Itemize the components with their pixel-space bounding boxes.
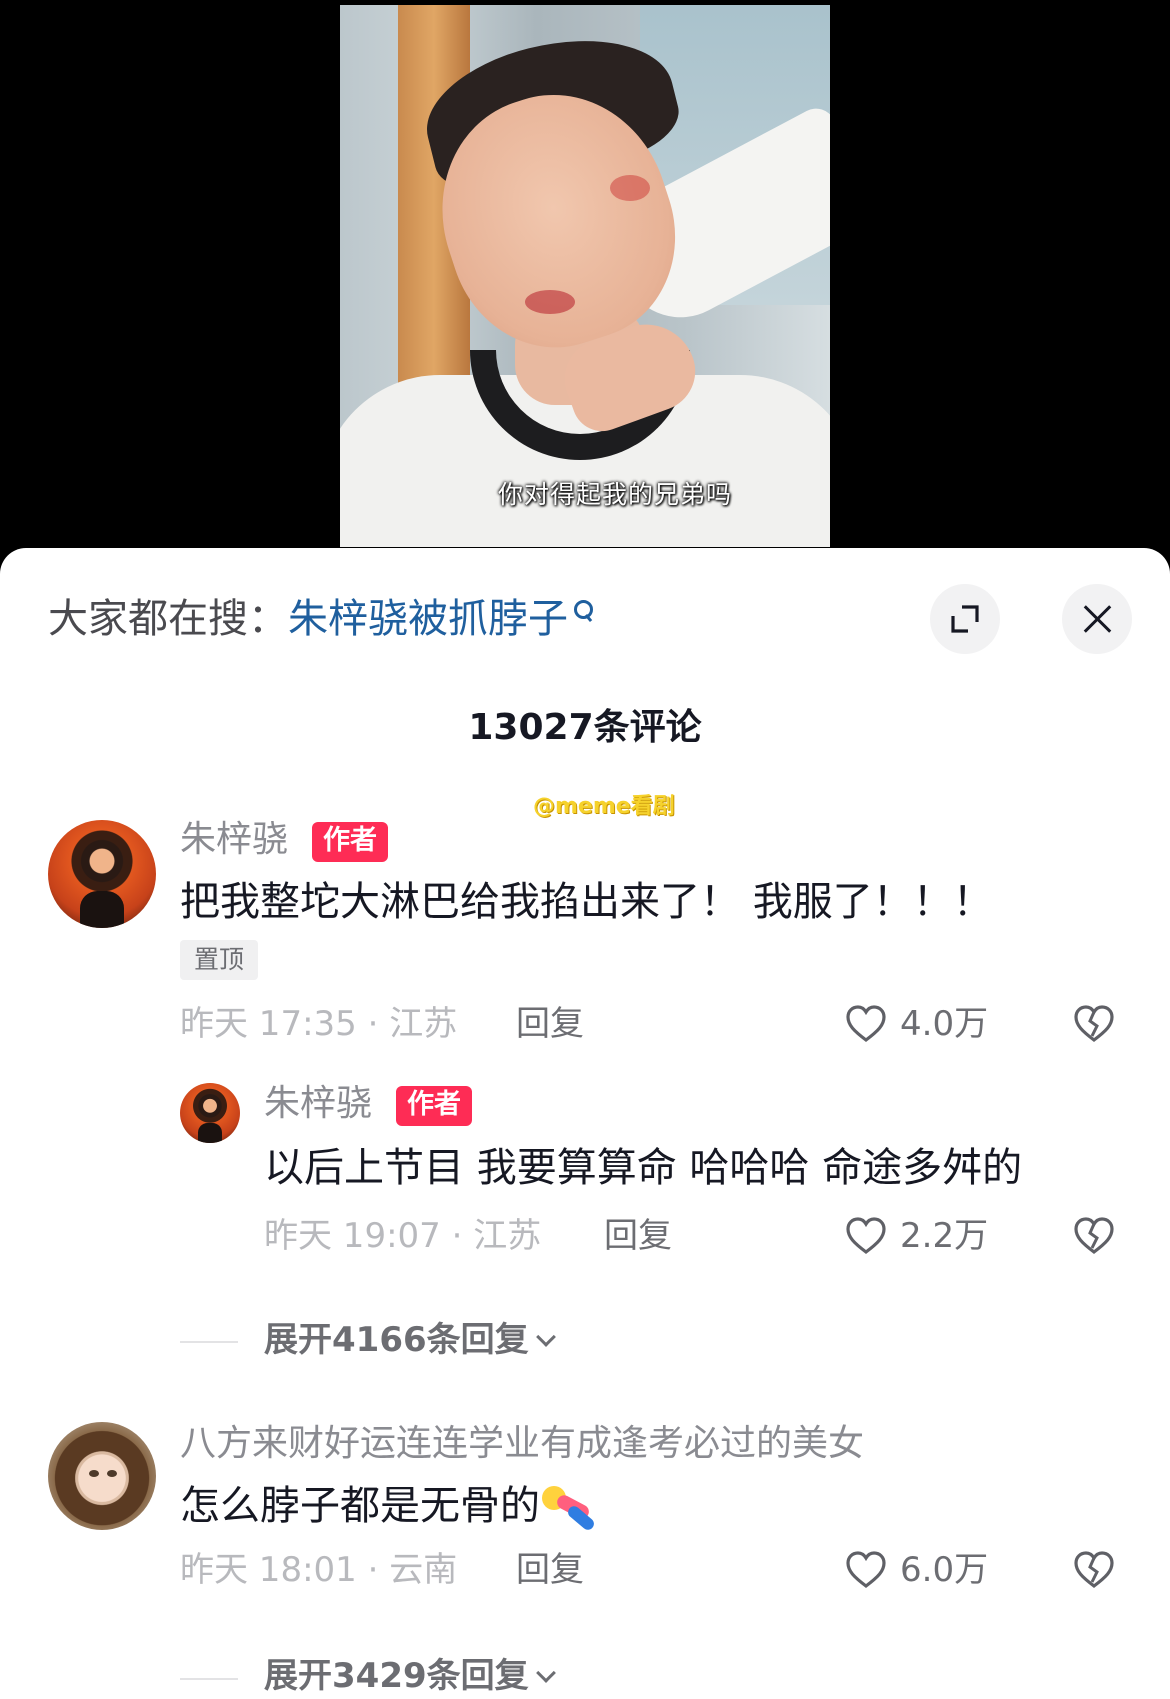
like-count: 6.0万	[900, 1550, 989, 1590]
like-count: 2.2万	[900, 1216, 989, 1256]
avatar-eye	[89, 1469, 100, 1477]
avatar[interactable]	[48, 1422, 156, 1530]
comment-count-title: 13027条评论	[468, 707, 702, 748]
author-badge: 作者	[312, 822, 388, 862]
avatar-eye	[107, 1469, 118, 1477]
pinned-tag: 置顶	[180, 940, 259, 980]
comment-text: 把我整坨大淋巴给我掐出来了！ 我服了！！！	[180, 879, 993, 925]
comment-text: 怎么脖子都是无骨的	[180, 1480, 602, 1533]
comment-time-location: 昨天 17:35 · 江苏	[180, 1004, 458, 1044]
reply-button[interactable]: 回复	[516, 1002, 584, 1046]
search-suggestion-term[interactable]: 朱梓骁被抓脖子	[288, 596, 568, 642]
video-subtitle: 你对得起我的兄弟吗	[497, 480, 732, 509]
comment-text-content: 怎么脖子都是无骨的	[180, 1483, 540, 1529]
video-bruise	[525, 290, 575, 314]
search-icon	[572, 594, 594, 624]
heart-icon[interactable]	[844, 1002, 888, 1046]
search-suggestion[interactable]: 大家都在搜：朱梓骁被抓脖子	[48, 594, 594, 644]
chevron-down-icon	[535, 1327, 556, 1347]
expand-divider	[180, 1341, 238, 1343]
expand-replies-label: 展开4166条回复	[264, 1320, 529, 1360]
broken-heart-icon[interactable]	[1072, 1214, 1116, 1258]
author-badge: 作者	[396, 1086, 472, 1126]
reply-author[interactable]: 朱梓骁	[264, 1082, 372, 1126]
video-frame[interactable]: 你对得起我的兄弟吗	[340, 5, 830, 547]
expand-icon	[951, 605, 979, 633]
chevron-down-icon	[535, 1663, 556, 1683]
video-bruise	[610, 175, 650, 201]
like-count: 4.0万	[900, 1004, 989, 1044]
watermark: @meme看剧	[533, 794, 675, 819]
search-suggestion-prefix: 大家都在搜：	[48, 596, 288, 642]
expand-button[interactable]	[930, 584, 1000, 654]
heart-icon[interactable]	[844, 1548, 888, 1592]
broken-heart-icon[interactable]	[1072, 1548, 1116, 1592]
video-player[interactable]: 你对得起我的兄弟吗	[0, 0, 1170, 560]
comment-time-location: 昨天 18:01 · 云南	[180, 1550, 458, 1590]
avatar[interactable]	[180, 1083, 240, 1143]
comment-sheet: 大家都在搜：朱梓骁被抓脖子 13027条评论 @meme看剧 朱梓骁 作者 把我…	[0, 548, 1170, 1699]
comment-author[interactable]: 八方来财好运连连学业有成逢考必过的美女	[180, 1422, 864, 1466]
expand-replies-button[interactable]: 展开4166条回复	[264, 1318, 556, 1362]
broken-heart-icon[interactable]	[1072, 1002, 1116, 1046]
expand-replies-button[interactable]: 展开3429条回复	[264, 1654, 556, 1698]
reply-text: 以后上节目 我要算算命 哈哈哈 命途多舛的	[264, 1145, 1023, 1191]
reply-time-location: 昨天 19:07 · 江苏	[264, 1216, 542, 1256]
reply-button[interactable]: 回复	[604, 1214, 672, 1258]
expand-replies-label: 展开3429条回复	[264, 1656, 529, 1696]
heart-icon[interactable]	[844, 1214, 888, 1258]
expand-divider	[180, 1678, 238, 1680]
sticker-emoji-icon	[540, 1486, 602, 1533]
comment-author[interactable]: 朱梓骁	[180, 818, 288, 862]
avatar[interactable]	[48, 820, 156, 928]
close-button[interactable]	[1062, 584, 1132, 654]
reply-button[interactable]: 回复	[516, 1548, 584, 1592]
